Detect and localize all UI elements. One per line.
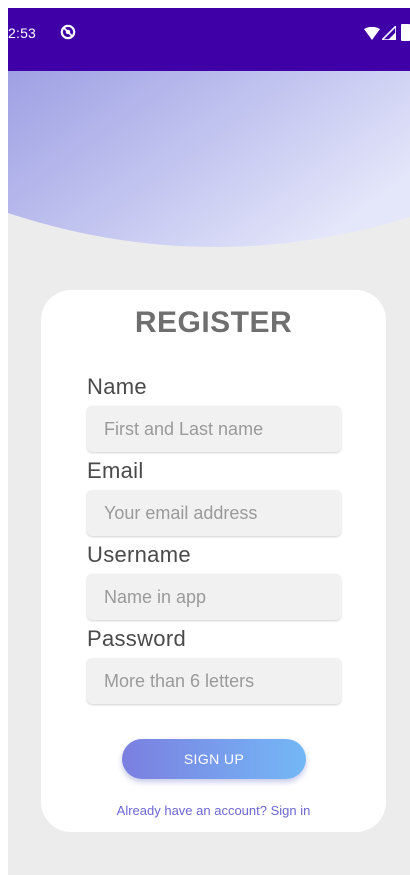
username-input[interactable] bbox=[87, 574, 341, 620]
status-bar: 2:53 bbox=[8, 8, 410, 71]
sign-in-link[interactable]: Already have an account? Sign in bbox=[41, 803, 386, 818]
header-wave-decoration bbox=[8, 71, 410, 248]
app-notification-icon bbox=[60, 24, 76, 40]
page-title: REGISTER bbox=[134, 306, 293, 339]
email-label: Email bbox=[87, 458, 144, 483]
password-input[interactable] bbox=[87, 658, 341, 704]
name-input[interactable] bbox=[87, 406, 341, 452]
status-time: 2:53 bbox=[8, 25, 37, 41]
sign-up-button[interactable]: SIGN UP bbox=[122, 739, 306, 779]
battery-icon bbox=[401, 24, 410, 41]
username-label: Username bbox=[87, 542, 191, 567]
register-card: REGISTER Name Email Username Password SI… bbox=[41, 290, 386, 832]
password-label: Password bbox=[87, 626, 186, 651]
app-screen: 2:53 REGISTER Name Email bbox=[8, 8, 410, 875]
email-input[interactable] bbox=[87, 490, 341, 536]
cell-signal-icon bbox=[382, 26, 396, 40]
name-label: Name bbox=[87, 374, 147, 399]
wifi-icon bbox=[364, 27, 380, 40]
